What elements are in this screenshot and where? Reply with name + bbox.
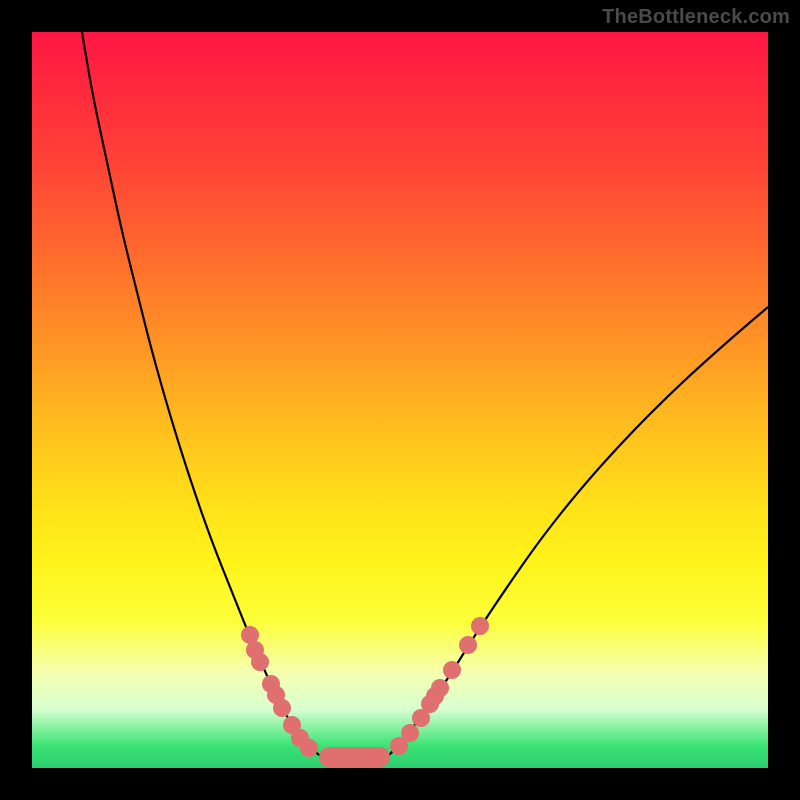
attribution-text: TheBottleneck.com: [602, 6, 790, 29]
data-point: [471, 617, 489, 635]
data-point: [443, 661, 461, 679]
curve-left: [82, 32, 322, 757]
valley-pill: [319, 747, 390, 767]
dots-left-group: [241, 626, 318, 757]
data-point: [273, 699, 291, 717]
data-point: [431, 679, 449, 697]
data-point: [300, 739, 318, 757]
data-point: [401, 724, 419, 742]
chart-area: [32, 32, 768, 768]
data-point: [251, 653, 269, 671]
data-point: [459, 636, 477, 654]
plot-svg: [32, 32, 768, 768]
